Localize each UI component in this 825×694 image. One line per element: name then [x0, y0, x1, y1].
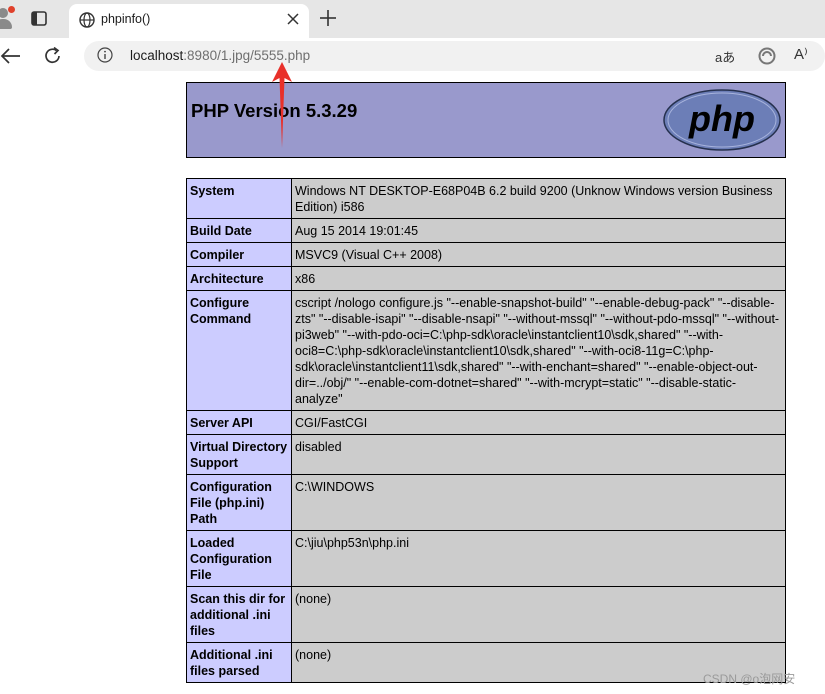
- row-value: disabled: [291, 434, 786, 475]
- row-label: Server API: [186, 410, 292, 435]
- row-value: MSVC9 (Visual C++ 2008): [291, 242, 786, 267]
- table-row: Server API CGI/FastCGI: [186, 410, 786, 435]
- row-label: Virtual Directory Support: [186, 434, 292, 475]
- table-row: Configuration File (php.ini) Path C:\WIND…: [186, 474, 786, 531]
- back-arrow-icon[interactable]: [0, 46, 22, 71]
- row-value: (none): [291, 586, 786, 643]
- address-toolbar: localhost:8980/1.jpg/5555.php aあ A⁾: [0, 38, 825, 74]
- row-value: CGI/FastCGI: [291, 410, 786, 435]
- row-label: Loaded Configuration File: [186, 530, 292, 587]
- table-row: Virtual Directory Support disabled: [186, 434, 786, 475]
- url-host: localhost: [130, 48, 184, 63]
- reload-icon[interactable]: [42, 45, 64, 72]
- tab-strip: phpinfo(): [0, 0, 825, 39]
- row-label: Compiler: [186, 242, 292, 267]
- tab-actions-icon[interactable]: [28, 9, 50, 29]
- row-label: Configuration File (php.ini) Path: [186, 474, 292, 531]
- row-label: Architecture: [186, 266, 292, 291]
- table-row: Build Date Aug 15 2014 19:01:45: [186, 218, 786, 243]
- row-value: C:\WINDOWS: [291, 474, 786, 531]
- address-bar[interactable]: localhost:8980/1.jpg/5555.php aあ A⁾: [84, 41, 825, 71]
- table-row: Additional .ini files parsed (none): [186, 642, 786, 683]
- extension-icon[interactable]: [757, 46, 777, 71]
- row-value: x86: [291, 266, 786, 291]
- php-info-table: System Windows NT DESKTOP-E68P04B 6.2 bui…: [186, 178, 786, 683]
- table-row: Scan this dir for additional .ini files(…: [186, 586, 786, 643]
- row-label: Configure Command: [186, 290, 292, 411]
- table-row: Loaded Configuration File C:\jiu\php53n\p…: [186, 530, 786, 587]
- row-label: Scan this dir for additional .ini files: [186, 586, 292, 643]
- new-tab-icon[interactable]: [318, 8, 338, 33]
- site-info-icon[interactable]: [97, 47, 113, 63]
- row-value: cscript /nologo configure.js "--enable-s…: [291, 290, 786, 411]
- table-row: System Windows NT DESKTOP-E68P04B 6.2 bui…: [186, 178, 786, 219]
- red-arrow-icon: [270, 62, 294, 155]
- row-label: System: [186, 178, 292, 219]
- row-label: Additional .ini files parsed: [186, 642, 292, 683]
- table-row: Configure Command cscript /nologo configu…: [186, 290, 786, 411]
- profile-icon[interactable]: [0, 6, 15, 30]
- row-value: Windows NT DESKTOP-E68P04B 6.2 build 920…: [291, 178, 786, 219]
- tab-title: phpinfo(): [101, 12, 151, 26]
- row-label: Build Date: [186, 218, 292, 243]
- text-size-icon[interactable]: A⁾: [794, 45, 808, 63]
- url-path: :8980/1.jpg/5555.php: [183, 48, 311, 63]
- php-logo: php: [662, 88, 782, 157]
- globe-icon: [78, 11, 96, 34]
- row-value: C:\jiu\php53n\php.ini: [291, 530, 786, 587]
- close-tab-icon[interactable]: [285, 11, 301, 32]
- table-row: Architecture x86: [186, 266, 786, 291]
- table-row: Compiler MSVC9 (Visual C++ 2008): [186, 242, 786, 267]
- csdn-watermark: CSDN @o泡网安: [703, 672, 796, 686]
- tab-phpinfo[interactable]: phpinfo(): [69, 4, 309, 38]
- row-value: Aug 15 2014 19:01:45: [291, 218, 786, 243]
- url-text[interactable]: localhost:8980/1.jpg/5555.php: [130, 48, 310, 63]
- php-logo-text: php: [688, 98, 755, 139]
- read-aloud-icon[interactable]: aあ: [715, 47, 735, 66]
